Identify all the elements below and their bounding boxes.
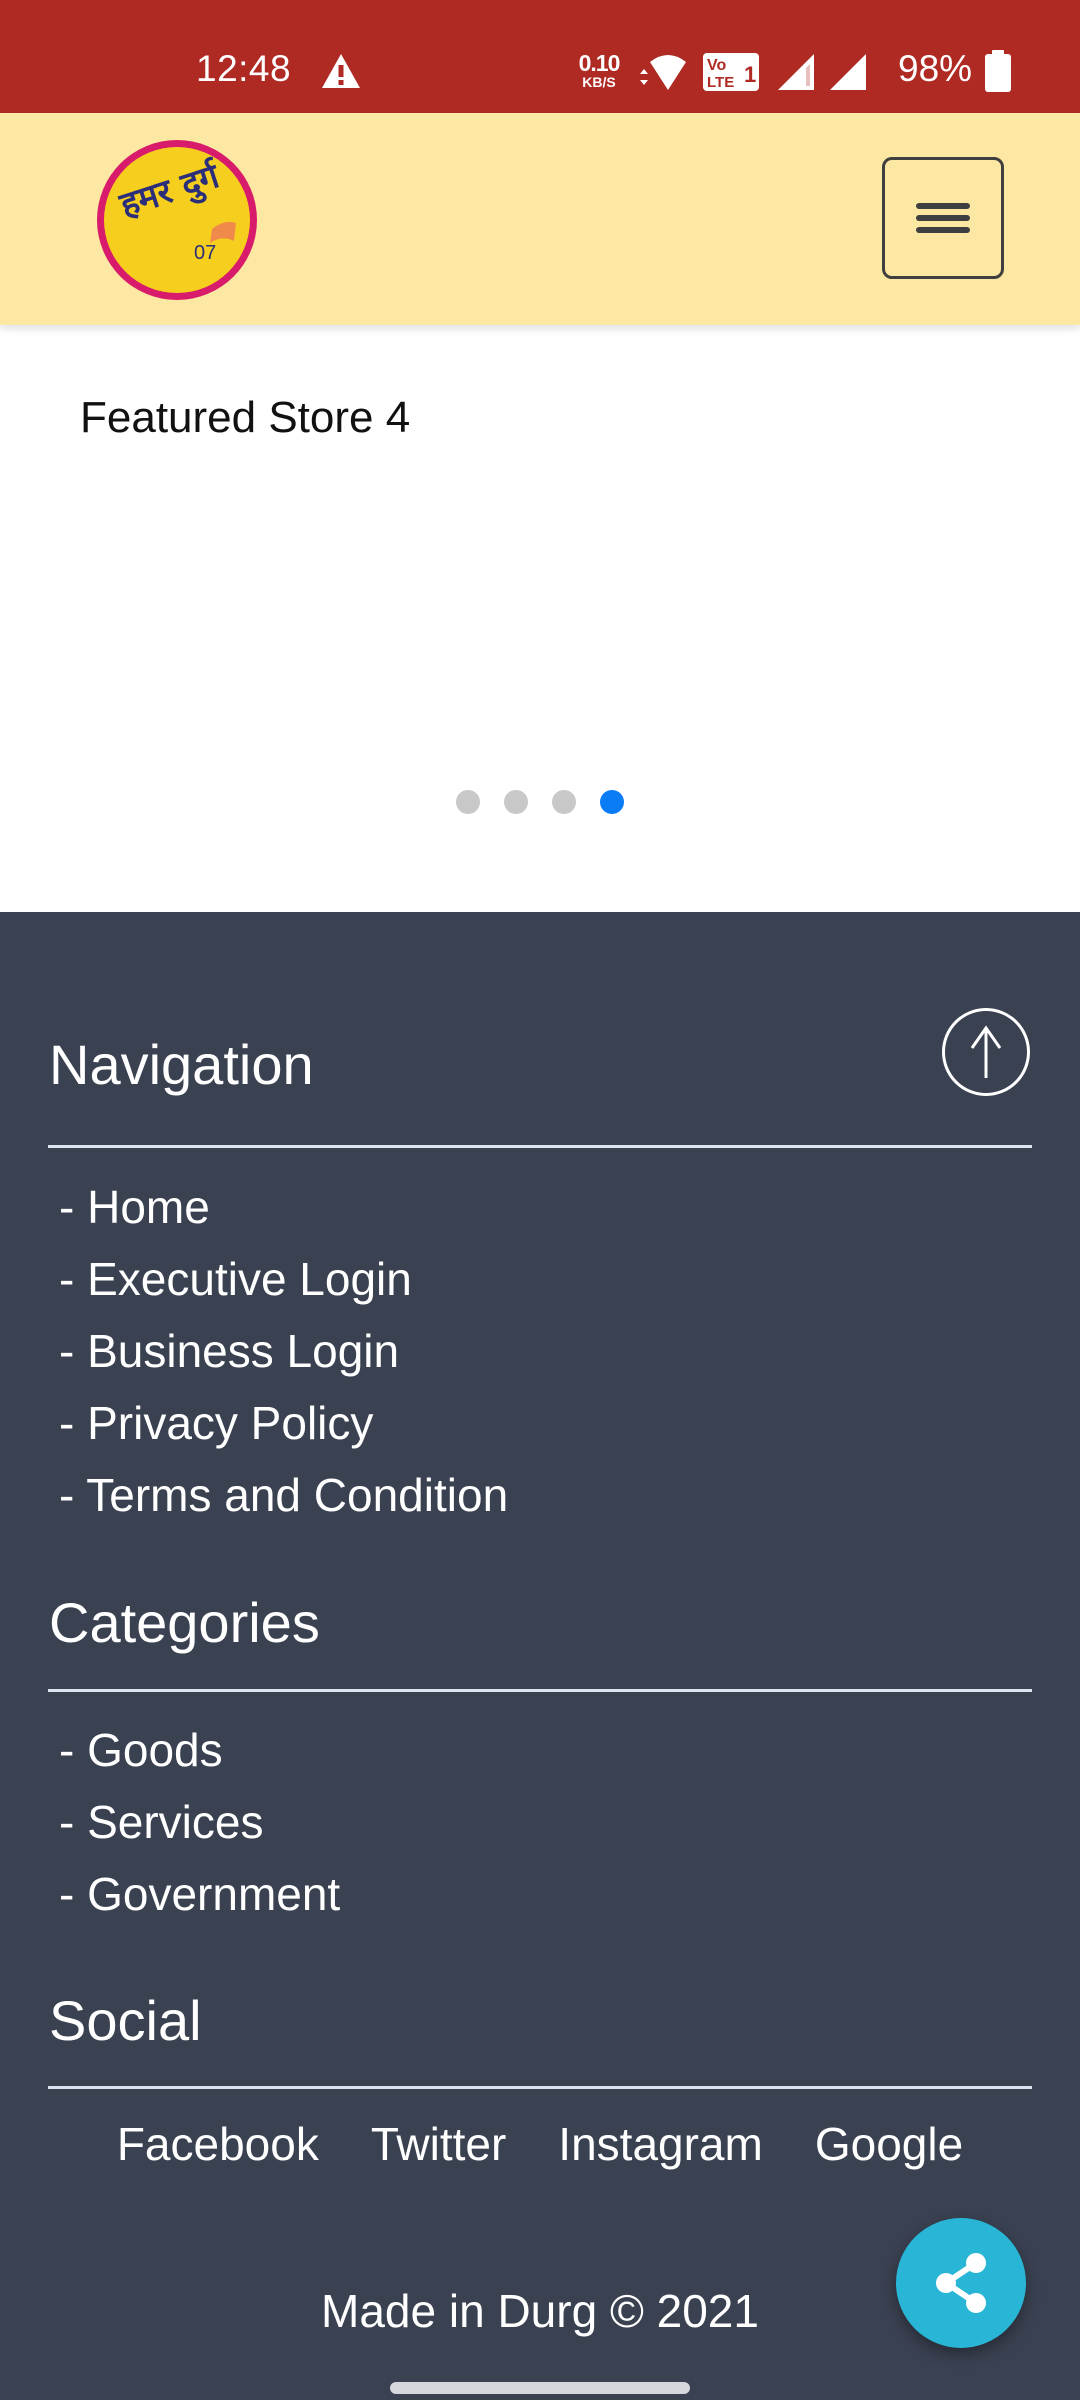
nav-link-executive-login[interactable]: - Executive Login xyxy=(59,1243,508,1315)
nav-link-privacy-policy[interactable]: - Privacy Policy xyxy=(59,1387,508,1459)
carousel-dot-2[interactable] xyxy=(504,790,528,814)
battery-percent: 98% xyxy=(898,48,973,89)
social-link-twitter[interactable]: Twitter xyxy=(371,2117,506,2171)
categories-heading: Categories xyxy=(49,1591,320,1654)
social-divider xyxy=(48,2086,1032,2089)
battery-icon xyxy=(984,50,1012,97)
category-link-government[interactable]: - Government xyxy=(59,1858,340,1930)
category-link-services[interactable]: - Services xyxy=(59,1786,340,1858)
category-links: - Goods - Services - Government xyxy=(59,1714,340,1930)
logo-number: 07 xyxy=(194,242,216,264)
carousel-dot-1[interactable] xyxy=(456,790,480,814)
share-button[interactable] xyxy=(896,2218,1026,2348)
arrow-up-circle-icon xyxy=(970,1025,1002,1078)
categories-divider xyxy=(48,1689,1032,1692)
menu-toggle-button[interactable] xyxy=(882,157,1004,279)
svg-text:LTE: LTE xyxy=(707,74,734,91)
net-speed: 0.10 KB/S xyxy=(574,50,624,90)
carousel-indicators xyxy=(0,790,1080,814)
status-bar: 12:48 0.10 KB/S Vo LTE 1 98% xyxy=(0,0,1080,113)
social-heading: Social xyxy=(49,1989,202,2052)
carousel-dot-4[interactable] xyxy=(600,790,624,814)
wifi-icon xyxy=(636,52,688,97)
net-speed-unit: KB/S xyxy=(582,74,616,90)
nav-link-home[interactable]: - Home xyxy=(59,1171,508,1243)
navigation-heading: Navigation xyxy=(49,1033,314,1096)
carousel-slide-title[interactable]: Featured Store 4 xyxy=(80,393,410,443)
svg-text:Vo: Vo xyxy=(707,57,726,74)
navigation-divider xyxy=(48,1145,1032,1148)
signal-icon xyxy=(828,52,868,97)
status-time: 12:48 xyxy=(196,48,292,89)
carousel-dot-3[interactable] xyxy=(552,790,576,814)
hamburger-icon xyxy=(916,197,970,239)
nav-link-terms[interactable]: - Terms and Condition xyxy=(59,1459,508,1531)
category-link-goods[interactable]: - Goods xyxy=(59,1714,340,1786)
home-gesture-bar[interactable] xyxy=(390,2382,690,2394)
featured-stores-carousel[interactable]: Featured Store 4 xyxy=(0,325,1080,912)
social-link-facebook[interactable]: Facebook xyxy=(117,2117,319,2171)
navigation-links: - Home - Executive Login - Business Logi… xyxy=(59,1171,508,1531)
net-speed-value: 0.10 xyxy=(578,50,621,76)
volte-icon: Vo LTE 1 xyxy=(702,52,760,97)
footer: Navigation - Home - Executive Login - Bu… xyxy=(0,912,1080,2400)
social-link-instagram[interactable]: Instagram xyxy=(558,2117,763,2171)
share-icon xyxy=(936,2253,986,2313)
social-link-google[interactable]: Google xyxy=(815,2117,963,2171)
hamar-durg-logo[interactable]: हमर दुर्ग 07 xyxy=(94,137,260,303)
svg-text:1: 1 xyxy=(744,62,756,87)
scroll-to-top-button[interactable] xyxy=(942,1008,1030,1096)
warning-icon xyxy=(320,52,362,95)
nav-link-business-login[interactable]: - Business Login xyxy=(59,1315,508,1387)
social-links: Facebook Twitter Instagram Google xyxy=(0,2117,1080,2171)
app-header: हमर दुर्ग 07 xyxy=(0,113,1080,325)
signal-icon xyxy=(776,52,816,97)
